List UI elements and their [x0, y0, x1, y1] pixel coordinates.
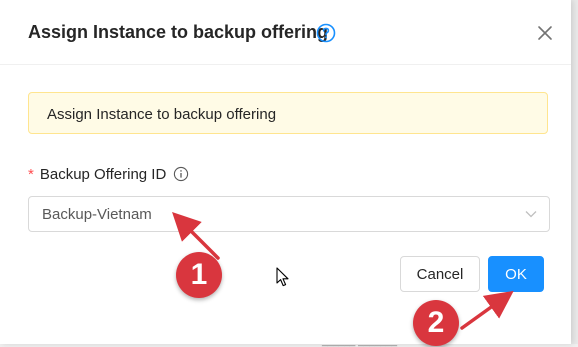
required-mark: * [28, 166, 34, 183]
alert-message: Assign Instance to backup offering [47, 106, 277, 123]
ok-button[interactable]: OK [488, 256, 544, 292]
backup-offering-label: * Backup Offering ID [28, 166, 166, 183]
question-circle-icon[interactable] [316, 23, 336, 43]
info-alert: Assign Instance to backup offering [28, 92, 548, 134]
cancel-button[interactable]: Cancel [400, 256, 480, 292]
dialog-title: Assign Instance to backup offering [28, 22, 329, 42]
info-circle-icon[interactable] [173, 166, 189, 182]
chevron-down-icon[interactable] [525, 208, 537, 220]
backup-offering-select[interactable]: Backup-Vietnam [28, 196, 550, 232]
backup-offering-label-text: Backup Offering ID [39, 166, 167, 183]
assign-backup-offering-dialog: Assign Instance to backup offering Assig… [0, 0, 571, 344]
selected-offering: Backup-Vietnam [42, 206, 152, 223]
dialog-header: Assign Instance to backup offering [0, 0, 571, 65]
step-1-badge: 1 [176, 252, 222, 298]
mouse-pointer-icon [276, 267, 289, 287]
background-text: ______ _______ [322, 336, 398, 347]
close-icon[interactable] [536, 24, 554, 42]
step-2-badge: 2 [413, 300, 459, 346]
